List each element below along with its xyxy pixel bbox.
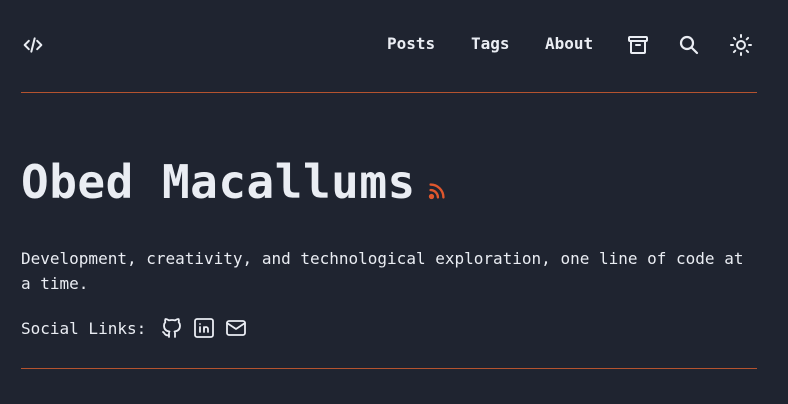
page-title: Obed Macallums (21, 155, 416, 209)
hero-divider (21, 368, 757, 369)
code-icon[interactable] (21, 34, 45, 56)
social-links: Social Links: (21, 315, 256, 341)
title-row: Obed Macallums (21, 150, 757, 214)
search-icon[interactable] (677, 33, 701, 57)
social-links-label: Social Links: (21, 318, 147, 338)
page: Posts Tags About Obed Macallums Developm… (0, 0, 788, 404)
archive-icon[interactable] (626, 33, 650, 57)
nav-link-about[interactable]: About (545, 34, 593, 53)
site-header: Posts Tags About (21, 0, 757, 93)
header-divider (21, 92, 757, 93)
github-icon[interactable] (160, 316, 184, 340)
hero-section: Obed Macallums (21, 150, 757, 214)
site-description: Development, creativity, and technologic… (21, 249, 744, 293)
linkedin-icon[interactable] (192, 316, 216, 340)
nav-link-tags[interactable]: Tags (471, 34, 510, 53)
sun-icon[interactable] (729, 33, 753, 57)
mail-icon[interactable] (224, 316, 248, 340)
rss-icon[interactable] (426, 180, 448, 202)
nav-link-posts[interactable]: Posts (387, 34, 435, 53)
